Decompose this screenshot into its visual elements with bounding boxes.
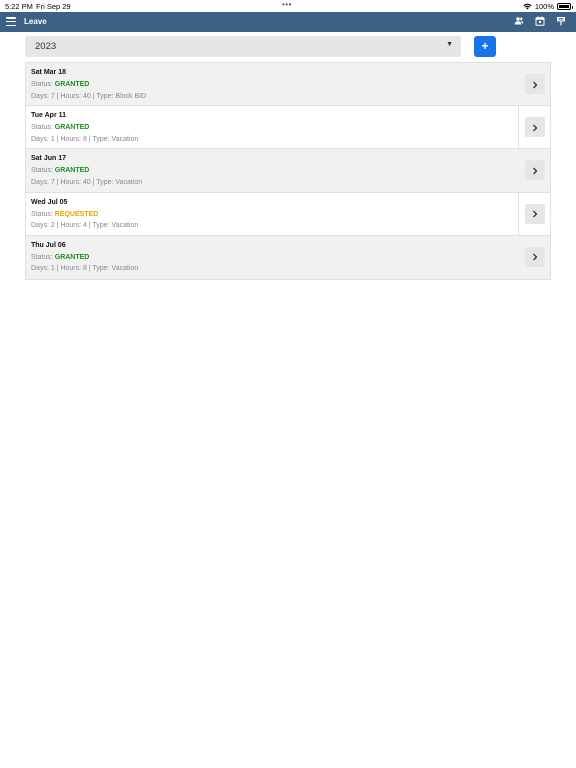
row-divider: [518, 192, 519, 235]
leave-details: Days: 7 | Hours: 40 | Type: Block BID: [31, 92, 147, 100]
open-leave-button[interactable]: [525, 160, 545, 181]
leave-details: Days: 2 | Hours: 4 | Type: Vacation: [31, 222, 139, 230]
leave-details: Days: 1 | Hours: 8 | Type: Vacation: [31, 135, 139, 143]
status-label: Status:: [31, 124, 53, 132]
nav-bar: Leave: [0, 12, 576, 32]
status-label: Status:: [31, 253, 53, 261]
leave-date: Sat Jun 17: [31, 155, 67, 163]
leave-status-line: Status: GRANTED: [31, 124, 89, 131]
battery-icon: [557, 2, 573, 10]
open-leave-button[interactable]: [525, 246, 545, 267]
contacts-icon[interactable]: [514, 16, 524, 26]
leave-date: Thu Jul 06: [31, 241, 66, 249]
status-time: 5:22 PM: [5, 1, 33, 11]
status-label: Status:: [31, 210, 53, 218]
open-leave-button[interactable]: [525, 117, 545, 138]
leave-details: Days: 7 | Hours: 40 | Type: Vacation: [31, 178, 143, 186]
leave-status-line: Status: GRANTED: [31, 254, 89, 261]
year-select[interactable]: 2023 ▼: [25, 36, 461, 57]
status-badge: GRANTED: [54, 167, 90, 175]
status-badge: REQUESTED: [54, 210, 99, 218]
status-badge: GRANTED: [54, 253, 90, 261]
leave-status-line: Status: REQUESTED: [31, 211, 98, 218]
chevron-right-icon: [533, 124, 538, 132]
status-date: Fri Sep 29: [36, 1, 71, 11]
status-right: 100%: [523, 1, 573, 11]
pin-icon[interactable]: [556, 16, 566, 26]
list-item[interactable]: Tue Apr 11 Status: GRANTED Days: 1 | Hou…: [26, 106, 550, 150]
chevron-right-icon: [533, 167, 538, 175]
nav-actions: [514, 16, 566, 26]
add-leave-button[interactable]: +: [474, 36, 496, 57]
list-item[interactable]: Sat Jun 17 Status: GRANTED Days: 7 | Hou…: [26, 149, 550, 193]
status-bar: 5:22 PM Fri Sep 29 ••• 100%: [0, 0, 576, 12]
chevron-right-icon: [533, 210, 538, 218]
open-leave-button[interactable]: [525, 203, 545, 224]
list-item[interactable]: Wed Jul 05 Status: REQUESTED Days: 2 | H…: [26, 192, 550, 236]
row-divider: [518, 106, 519, 149]
leave-status-line: Status: GRANTED: [31, 167, 89, 174]
wifi-icon: [523, 3, 532, 9]
menu-icon[interactable]: [6, 17, 16, 27]
leave-details: Days: 1 | Hours: 8 | Type: Vacation: [31, 265, 139, 273]
status-badge: GRANTED: [54, 124, 90, 132]
list-item[interactable]: Sat Mar 18 Status: GRANTED Days: 7 | Hou…: [26, 63, 550, 107]
page-title: Leave: [24, 17, 47, 26]
chevron-right-icon: [533, 81, 538, 88]
status-label: Status:: [31, 167, 53, 175]
list-item[interactable]: Thu Jul 06 Status: GRANTED Days: 1 | Hou…: [26, 235, 550, 279]
multitask-dots[interactable]: •••: [282, 0, 292, 9]
status-label: Status:: [31, 81, 53, 88]
year-select-value: 2023: [35, 41, 57, 52]
battery-percent: 100%: [534, 1, 554, 11]
chevron-right-icon: [533, 253, 538, 261]
leave-status-line: Status: GRANTED: [31, 81, 89, 88]
status-badge: GRANTED: [54, 81, 90, 88]
leave-date: Wed Jul 05: [31, 198, 68, 206]
chevron-down-icon: ▼: [446, 41, 453, 48]
open-leave-button[interactable]: [525, 74, 545, 94]
calendar-icon[interactable]: [535, 16, 545, 26]
leave-date: Tue Apr 11: [31, 112, 67, 120]
leave-list: Sat Mar 18 Status: GRANTED Days: 7 | Hou…: [25, 62, 551, 280]
leave-date: Sat Mar 18: [31, 69, 67, 76]
